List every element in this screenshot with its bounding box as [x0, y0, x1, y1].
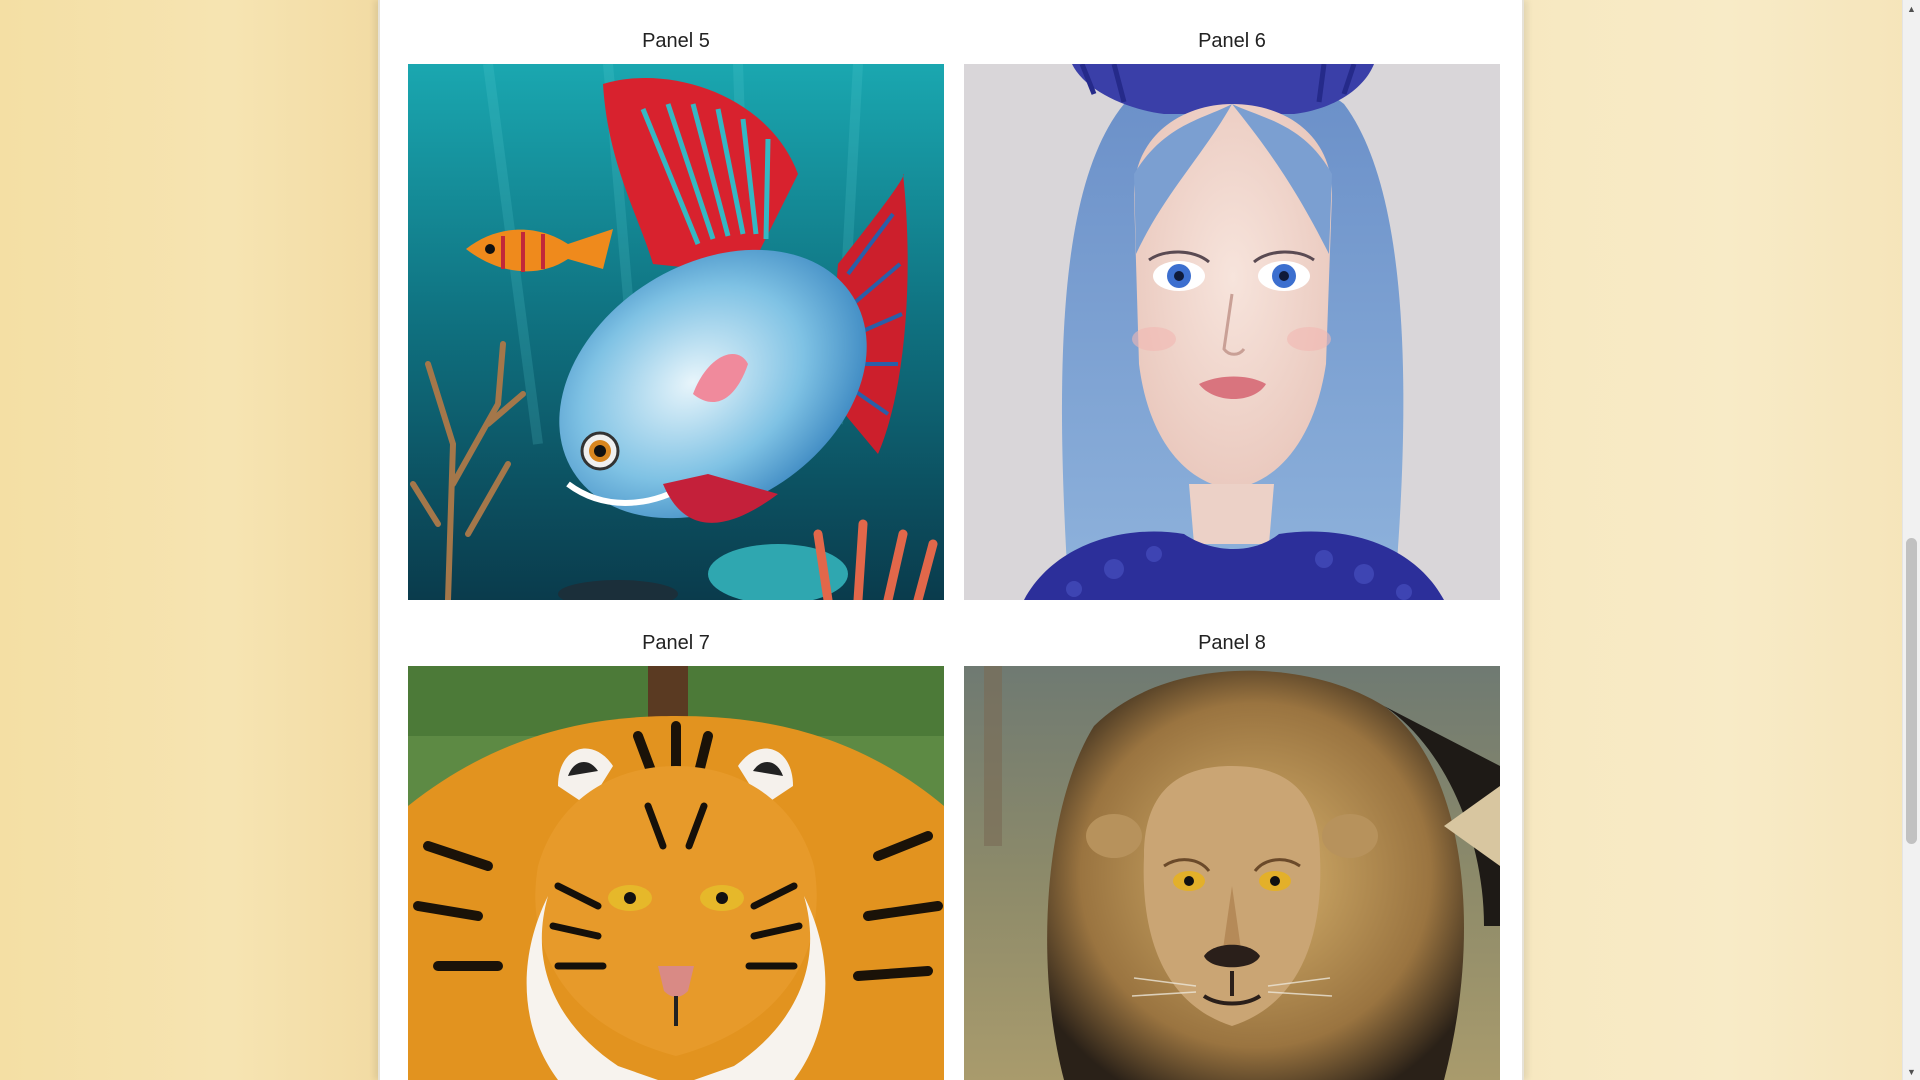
- vertical-scrollbar[interactable]: ▲ ▼: [1902, 0, 1920, 1080]
- panel-7-image[interactable]: [408, 666, 944, 1080]
- tiger-portrait: [408, 666, 944, 1080]
- scrollbar-thumb[interactable]: [1906, 538, 1917, 844]
- panel-5-caption: Panel 5: [642, 30, 710, 52]
- scroll-up-arrow-icon[interactable]: ▲: [1903, 0, 1920, 17]
- panel-6-caption: Panel 6: [1198, 30, 1266, 52]
- fish-illustration: [408, 64, 944, 600]
- panel-8-caption: Panel 8: [1198, 632, 1266, 654]
- panel-8-image[interactable]: [964, 666, 1500, 1080]
- blue-haired-girl-portrait: [964, 64, 1500, 600]
- scroll-down-arrow-icon[interactable]: ▼: [1903, 1063, 1920, 1080]
- content-page: Panel 5 Panel 6 Panel 7 Panel 8: [378, 0, 1524, 1080]
- lion-portrait: [964, 666, 1500, 1080]
- panel-5-image[interactable]: [408, 64, 944, 600]
- panel-7-caption: Panel 7: [642, 632, 710, 654]
- panel-6-image[interactable]: [964, 64, 1500, 600]
